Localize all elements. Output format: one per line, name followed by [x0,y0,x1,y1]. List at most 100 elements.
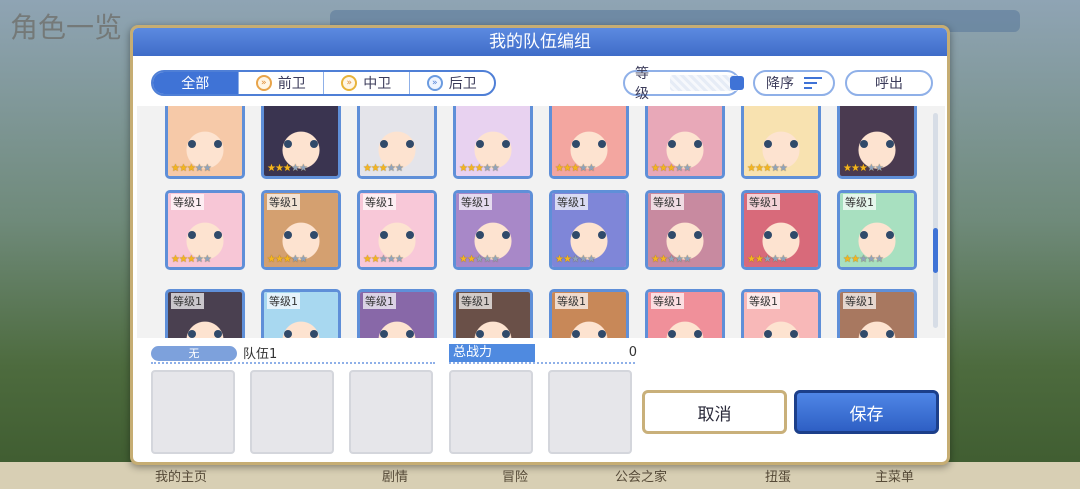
character-card[interactable]: ★★★★★ [453,106,533,179]
character-card[interactable]: 等级1 ★★★★★ [165,190,245,270]
character-card[interactable]: 等级1 ★★★★★ [645,190,725,270]
star-rating: ★★★★★ [171,254,212,265]
star-rating: ★★★★★ [555,254,596,265]
character-card[interactable]: ★★★★★ [357,106,437,179]
character-level: 等级1 [555,293,588,309]
team-slot-2[interactable] [250,370,334,454]
sort-field-toggle [670,75,744,91]
character-level: 等级1 [651,293,684,309]
grid-scroll-thumb[interactable] [933,228,938,273]
tab-all[interactable]: 全部 [153,72,238,94]
star-rating: ★★★★★ [651,163,692,174]
nav-story: 剧情 [382,470,409,485]
character-card[interactable]: ★★★★★ [645,106,725,179]
character-card[interactable]: 等级1 ★★★★★ [741,190,821,270]
tab-vanguard-label: 前卫 [277,76,306,92]
character-level: 等级1 [843,293,876,309]
character-level: 等级1 [651,194,684,210]
character-level: 等级1 [363,293,396,309]
character-level: 等级1 [555,194,588,210]
character-card[interactable]: 等级1 [453,289,533,338]
star-rating: ★★★★★ [363,163,404,174]
sort-field-label: 等级 [635,66,649,102]
star-rating: ★★★★★ [267,254,308,265]
star-rating: ★★★★★ [459,163,500,174]
character-level: 等级1 [267,194,300,210]
cancel-button[interactable]: 取消 [642,390,787,434]
tab-midguard-label: 中卫 [363,76,392,92]
power-divider [449,362,635,364]
background-bottom-nav: 我的主页 剧情 冒险 公会之家 扭蛋 主菜单 [0,462,1080,489]
character-card[interactable]: 等级1 [165,289,245,338]
character-level: 等级1 [747,194,780,210]
character-card[interactable]: 等级1 [261,289,341,338]
tab-midguard[interactable]: » 中卫 [323,72,409,94]
sort-order-button[interactable]: 降序 [753,70,835,96]
character-card[interactable]: 等级1 [357,289,437,338]
character-card[interactable]: ★★★★★ [261,106,341,179]
cancel-label: 取消 [697,404,732,425]
character-card[interactable]: 等级1 [837,289,917,338]
team-name: 队伍1 [243,347,278,362]
total-power-label: 总战力 [449,344,535,362]
nav-guild: 公会之家 [615,470,668,485]
star-rating: ★★★★★ [843,163,884,174]
character-card[interactable]: 等级1 ★★★★★ [453,190,533,270]
character-card[interactable]: ★★★★★ [549,106,629,179]
nav-gacha: 扭蛋 [765,470,792,485]
position-filter: 全部 » 前卫 » 中卫 » 后卫 [151,70,496,96]
character-card[interactable]: ★★★★★ [741,106,821,179]
team-none-badge: 无 [151,346,237,361]
character-level: 等级1 [267,293,300,309]
tab-all-label: 全部 [181,76,210,92]
vanguard-icon: » [255,75,272,91]
team-slot-5[interactable] [548,370,632,454]
star-rating: ★★★★★ [555,163,596,174]
character-level: 等级1 [171,194,204,210]
character-card[interactable]: ★★★★★ [837,106,917,179]
square-icon [730,76,744,90]
character-card[interactable]: 等级1 [549,289,629,338]
save-button[interactable]: 保存 [794,390,939,434]
character-level: 等级1 [843,194,876,210]
sort-order-icon [804,74,822,92]
character-level: 等级1 [363,194,396,210]
sort-order-label: 降序 [766,76,794,92]
character-card[interactable]: 等级1 ★★★★★ [549,190,629,270]
character-card[interactable]: ★★★★★ [165,106,245,179]
star-rating: ★★★★★ [651,254,692,265]
star-rating: ★★★★★ [363,254,404,265]
team-slot-4[interactable] [449,370,533,454]
tab-rearguard-label: 后卫 [448,76,477,92]
character-card[interactable]: 等级1 [741,289,821,338]
character-card[interactable]: 等级1 [645,289,725,338]
star-rating: ★★★★★ [171,163,212,174]
nav-home: 我的主页 [155,470,208,485]
midguard-icon: » [341,75,358,91]
team-divider [151,362,435,364]
character-grid: ★★★★★ ★★★★★ ★★★★★ ★★★★★ ★★★★★ ★★★★★ ★★★★★ ★★★★★… [137,106,945,338]
call-button[interactable]: 呼出 [845,70,933,96]
sort-field-button[interactable]: 等级 [623,66,744,102]
character-card[interactable]: 等级1 ★★★★★ [261,190,341,270]
call-button-label: 呼出 [875,76,903,92]
star-rating: ★★★★★ [459,254,500,265]
character-card[interactable]: 等级1 ★★★★★ [357,190,437,270]
background-page-title: 角色一览 [10,11,123,44]
team-slot-1[interactable] [151,370,235,454]
character-level: 等级1 [459,293,492,309]
team-slot-3[interactable] [349,370,433,454]
team-edit-dialog: 我的队伍编组 全部 » 前卫 » 中卫 » 后卫 等级 降序 呼出 ★★★★★ ★★★★… [130,25,950,465]
rearguard-icon: » [426,75,443,91]
tab-vanguard[interactable]: » 前卫 [237,72,324,94]
grid-scrollbar[interactable] [933,113,938,328]
dialog-title: 我的队伍编组 [133,28,947,56]
character-level: 等级1 [459,194,492,210]
star-rating: ★★★★★ [843,254,884,265]
character-card[interactable]: 等级1 ★★★★★ [837,190,917,270]
total-power-value: 0 [628,345,637,360]
nav-adventure: 冒险 [502,470,529,485]
tab-rearguard[interactable]: » 后卫 [408,72,495,94]
star-rating: ★★★★★ [747,163,788,174]
nav-main-menu: 主菜单 [875,470,915,485]
